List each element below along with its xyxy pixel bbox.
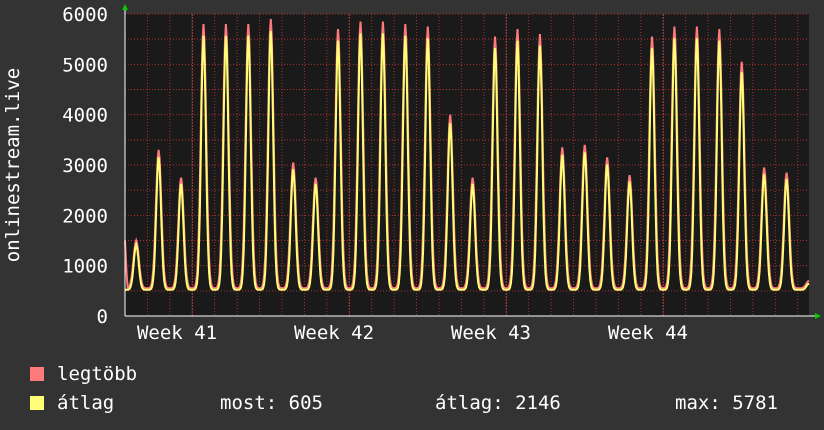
- x-tick-label: Week 43: [451, 322, 531, 344]
- legend-avg: átlag: [30, 392, 114, 414]
- x-axis-arrow-icon: [815, 313, 821, 319]
- y-tick-label: 6000: [62, 4, 108, 26]
- y-tick-labels: 0 1000 2000 3000 4000 5000 6000: [62, 4, 108, 328]
- legend-avg-swatch: [30, 396, 44, 410]
- y-axis-label: onlinestream.live: [2, 68, 24, 262]
- legend-max-label: legtöbb: [57, 363, 138, 385]
- y-tick-label: 2000: [62, 205, 108, 227]
- x-tick-label: Week 41: [137, 322, 217, 344]
- y-tick-label: 5000: [62, 54, 108, 76]
- legend-max: legtöbb: [30, 363, 137, 385]
- y-axis-arrow-icon: [122, 4, 128, 10]
- stat-average: átlag: 2146: [435, 392, 561, 414]
- x-tick-labels: Week 41 Week 42 Week 43 Week 44: [137, 322, 688, 344]
- y-tick-label: 1000: [62, 256, 108, 278]
- y-tick-label: 0: [97, 306, 108, 328]
- legend-max-swatch: [30, 367, 44, 381]
- stat-max: max: 5781: [675, 392, 778, 414]
- x-tick-label: Week 42: [294, 322, 374, 344]
- stat-now: most: 605: [220, 392, 323, 414]
- legend-avg-label: átlag: [57, 392, 115, 414]
- x-tick-label: Week 44: [608, 322, 688, 344]
- y-tick-label: 3000: [62, 155, 108, 177]
- y-tick-label: 4000: [62, 105, 108, 127]
